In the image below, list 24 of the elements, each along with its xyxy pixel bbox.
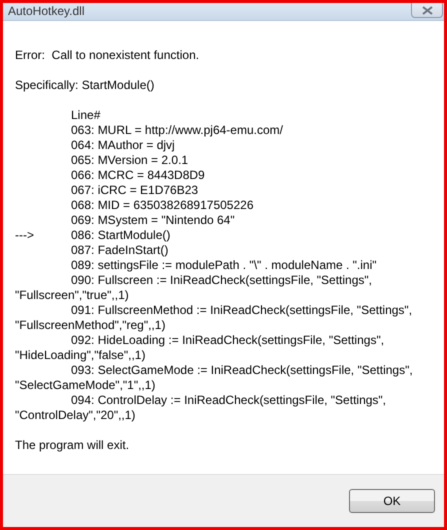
code-line: 090: Fullscreen := IniReadCheck(settingsFile, "Settings", "Fullscreen","true",,1) — [15, 273, 373, 303]
current-line-marker: ---> — [15, 228, 35, 243]
code-line: 066: MCRC = 8443D8D9 — [70, 168, 206, 183]
code-line: 064: MAuthor = djvj — [70, 138, 176, 153]
code-line: 065: MVersion = 2.0.1 — [70, 153, 190, 168]
close-button[interactable] — [411, 3, 443, 18]
code-line: 069: MSystem = "Nintendo 64" — [70, 213, 236, 228]
code-line: 089: settingsFile := modulePath . "\" . moduleName . ".ini" — [70, 258, 378, 273]
code-line: 087: FadeInStart() — [70, 243, 170, 258]
error-message: Error: Call to nonexistent function. — [15, 48, 200, 63]
listing-header: Line# — [70, 108, 102, 123]
code-line: 094: ControlDelay := IniReadCheck(settingsFile, "Settings", "ControlDelay","20",,1) — [15, 393, 388, 423]
exit-message: The program will exit. — [15, 438, 130, 453]
code-line: 093: SelectGameMode := IniReadCheck(settingsFile, "Settings", "SelectGameMode","1",,1) — [15, 363, 414, 393]
detail-message: Specifically: StartModule() — [15, 78, 156, 93]
code-line: 091: FullscreenMethod := IniReadCheck(settingsFile, "Settings", "FullscreenMethod","reg",,1) — [15, 303, 414, 333]
close-icon — [422, 6, 432, 14]
ok-button[interactable]: OK — [349, 489, 435, 513]
window-title: AutoHotkey.dll — [7, 3, 84, 19]
code-line: 092: HideLoading := IniReadCheck(settingsFile, "Settings", "HideLoading","false",,1) — [15, 333, 386, 363]
code-line: 067: iCRC = E1D76B23 — [70, 183, 200, 198]
code-line: 086: StartModule() — [71, 228, 170, 243]
code-line: 063: MURL = http://www.pj64-emu.com/ — [70, 123, 284, 138]
code-line: 068: MID = 635038268917505226 — [70, 198, 254, 213]
